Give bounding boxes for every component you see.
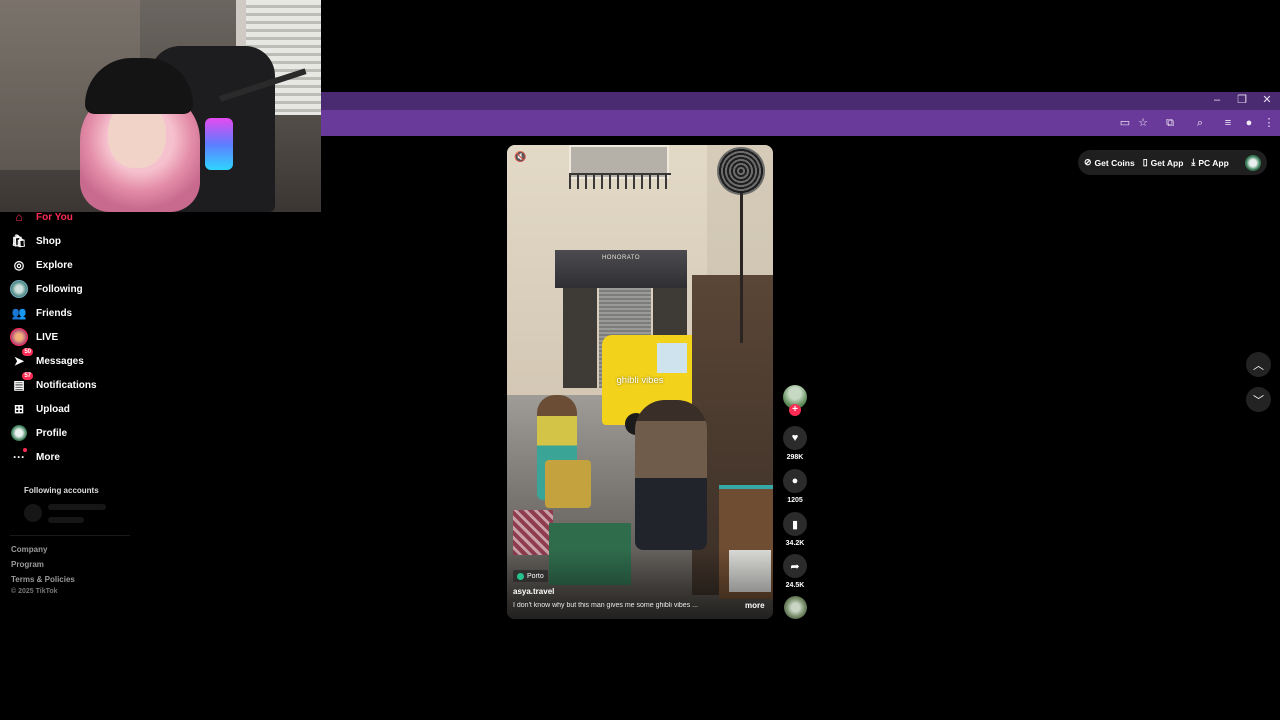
- user-avatar[interactable]: [1245, 154, 1261, 171]
- sidebar-item-label: For You: [36, 211, 73, 223]
- skeleton-line: [48, 504, 106, 510]
- more-dot: [23, 448, 27, 452]
- copyright: © 2025 TikTok: [11, 588, 58, 595]
- chevron-down-icon: ﹀: [1253, 394, 1264, 407]
- sidebar-item-label: Shop: [36, 235, 61, 247]
- star-icon[interactable]: ☆: [1135, 115, 1151, 131]
- home-icon: ⌂: [15, 210, 23, 224]
- video-player[interactable]: HONORATO ghibli vibes 🔇 Porto asya.trave…: [507, 145, 773, 619]
- notifications-badge: 57: [22, 372, 33, 380]
- menu-icon[interactable]: ⋮: [1261, 115, 1277, 131]
- location-pin-icon: [517, 572, 524, 580]
- video-caption: I don't know why but this man gives me s…: [513, 602, 698, 609]
- sidebar-divider: [10, 535, 130, 536]
- location-label: Porto: [527, 572, 544, 580]
- sidebar-item-friends[interactable]: 👥 Friends: [10, 303, 73, 323]
- download-icon: ⤓: [1191, 157, 1196, 167]
- messages-badge: 50: [22, 348, 33, 356]
- chevron-up-icon: ︿: [1253, 359, 1264, 372]
- share-button[interactable]: ➦: [783, 554, 807, 578]
- comment-icon: ●: [791, 475, 799, 487]
- skeleton-line: [48, 517, 84, 523]
- footer-link-terms[interactable]: Terms & Policies: [11, 575, 75, 584]
- friends-icon: 👥: [11, 306, 27, 320]
- skeleton-avatar: [24, 504, 42, 522]
- restore-button[interactable]: ❐: [1231, 93, 1253, 107]
- get-app-label: Get App: [1150, 157, 1184, 168]
- profile-icon[interactable]: ●: [1241, 115, 1257, 131]
- sidebar-item-label: Friends: [36, 307, 73, 319]
- share-icon: ➦: [790, 560, 800, 573]
- caption-more-button[interactable]: more: [745, 601, 765, 610]
- sidebar-item-label: Following: [36, 283, 83, 295]
- sidebar-item-label: Messages: [36, 355, 84, 367]
- coin-icon: ⊘: [1084, 157, 1092, 167]
- share-count: 24.5K: [785, 582, 805, 589]
- sidebar-item-explore[interactable]: ◎ Explore: [10, 255, 73, 275]
- music-disc-icon[interactable]: [784, 596, 807, 619]
- sidebar-item-label: More: [36, 451, 60, 463]
- comment-count: 1205: [787, 497, 803, 504]
- footer-link-program[interactable]: Program: [11, 560, 44, 569]
- next-video-button[interactable]: ﹀: [1246, 387, 1271, 412]
- sidebar-item-for-you[interactable]: ⌂ For You: [10, 207, 73, 227]
- like-count: 298K: [786, 454, 804, 461]
- get-coins-label: Get Coins: [1094, 157, 1135, 168]
- follow-button[interactable]: +: [789, 404, 801, 416]
- extensions-icon[interactable]: ⧉: [1162, 115, 1178, 131]
- previous-video-button[interactable]: ︿: [1246, 352, 1271, 377]
- sidebar-item-label: Notifications: [36, 379, 97, 391]
- sidebar-item-label: Upload: [36, 403, 70, 415]
- messages-icon: ➤ 50: [13, 348, 33, 368]
- shop-icon: 🛍: [11, 234, 27, 248]
- heart-icon: ♥: [791, 432, 799, 444]
- profile-avatar-icon: [10, 424, 28, 442]
- sidebar-item-notifications[interactable]: ▤ 57 Notifications: [10, 372, 97, 395]
- sidebar-item-profile[interactable]: Profile: [10, 423, 67, 443]
- video-overlay-text: ghibli vibes: [616, 375, 664, 386]
- more-icon: ···: [13, 448, 27, 464]
- browser-tab-strip: [321, 92, 1280, 110]
- like-button[interactable]: ♥: [783, 426, 807, 450]
- sidebar-item-messages[interactable]: ➤ 50 Messages: [10, 348, 84, 371]
- mute-icon[interactable]: 🔇: [514, 152, 526, 163]
- sidebar-item-live[interactable]: LIVE: [10, 327, 58, 347]
- pc-app-label: PC App: [1198, 157, 1229, 168]
- sidebar-item-label: Profile: [36, 427, 68, 439]
- compass-icon: ◎: [13, 258, 25, 272]
- live-icon: [10, 328, 28, 346]
- media-icon[interactable]: ≡: [1220, 115, 1236, 131]
- minimize-button[interactable]: –: [1206, 93, 1228, 107]
- sidebar-item-more[interactable]: ··· More: [10, 447, 60, 467]
- inbox-icon: ▤ 57: [13, 372, 33, 392]
- shop-sign-text: HONORATO: [601, 255, 641, 261]
- get-app-button[interactable]: ▯ Get App: [1143, 157, 1184, 168]
- location-tag[interactable]: Porto: [513, 570, 548, 582]
- sidebar-item-shop[interactable]: 🛍 Shop: [10, 231, 61, 251]
- sidebar-item-upload[interactable]: ⊞ Upload: [10, 399, 70, 419]
- webcam-overlay: [0, 0, 321, 212]
- upload-icon: ⊞: [13, 402, 25, 416]
- close-window-button[interactable]: ✕: [1256, 93, 1278, 107]
- sidebar-item-label: Explore: [36, 259, 73, 271]
- cast-icon[interactable]: ▭: [1117, 115, 1133, 131]
- bookmark-icon: ▮: [791, 518, 799, 531]
- get-coins-button[interactable]: ⊘ Get Coins: [1084, 157, 1135, 168]
- video-username[interactable]: asya.travel: [513, 587, 554, 596]
- phone-icon: ▯: [1142, 157, 1148, 167]
- sidebar-item-label: LIVE: [36, 331, 59, 343]
- footer-link-company[interactable]: Company: [11, 545, 47, 554]
- top-actions-bar: ⊘ Get Coins ▯ Get App ⤓ PC App: [1078, 150, 1267, 175]
- sidebar-item-following[interactable]: Following: [10, 279, 83, 299]
- tab-search-icon[interactable]: ⌕: [1192, 115, 1208, 131]
- following-accounts-title: Following accounts: [24, 486, 99, 495]
- save-button[interactable]: ▮: [783, 512, 807, 536]
- save-count: 34.2K: [785, 540, 805, 547]
- avatar-icon: [10, 280, 28, 298]
- comment-button[interactable]: ●: [783, 469, 807, 493]
- pc-app-button[interactable]: ⤓ PC App: [1191, 157, 1228, 168]
